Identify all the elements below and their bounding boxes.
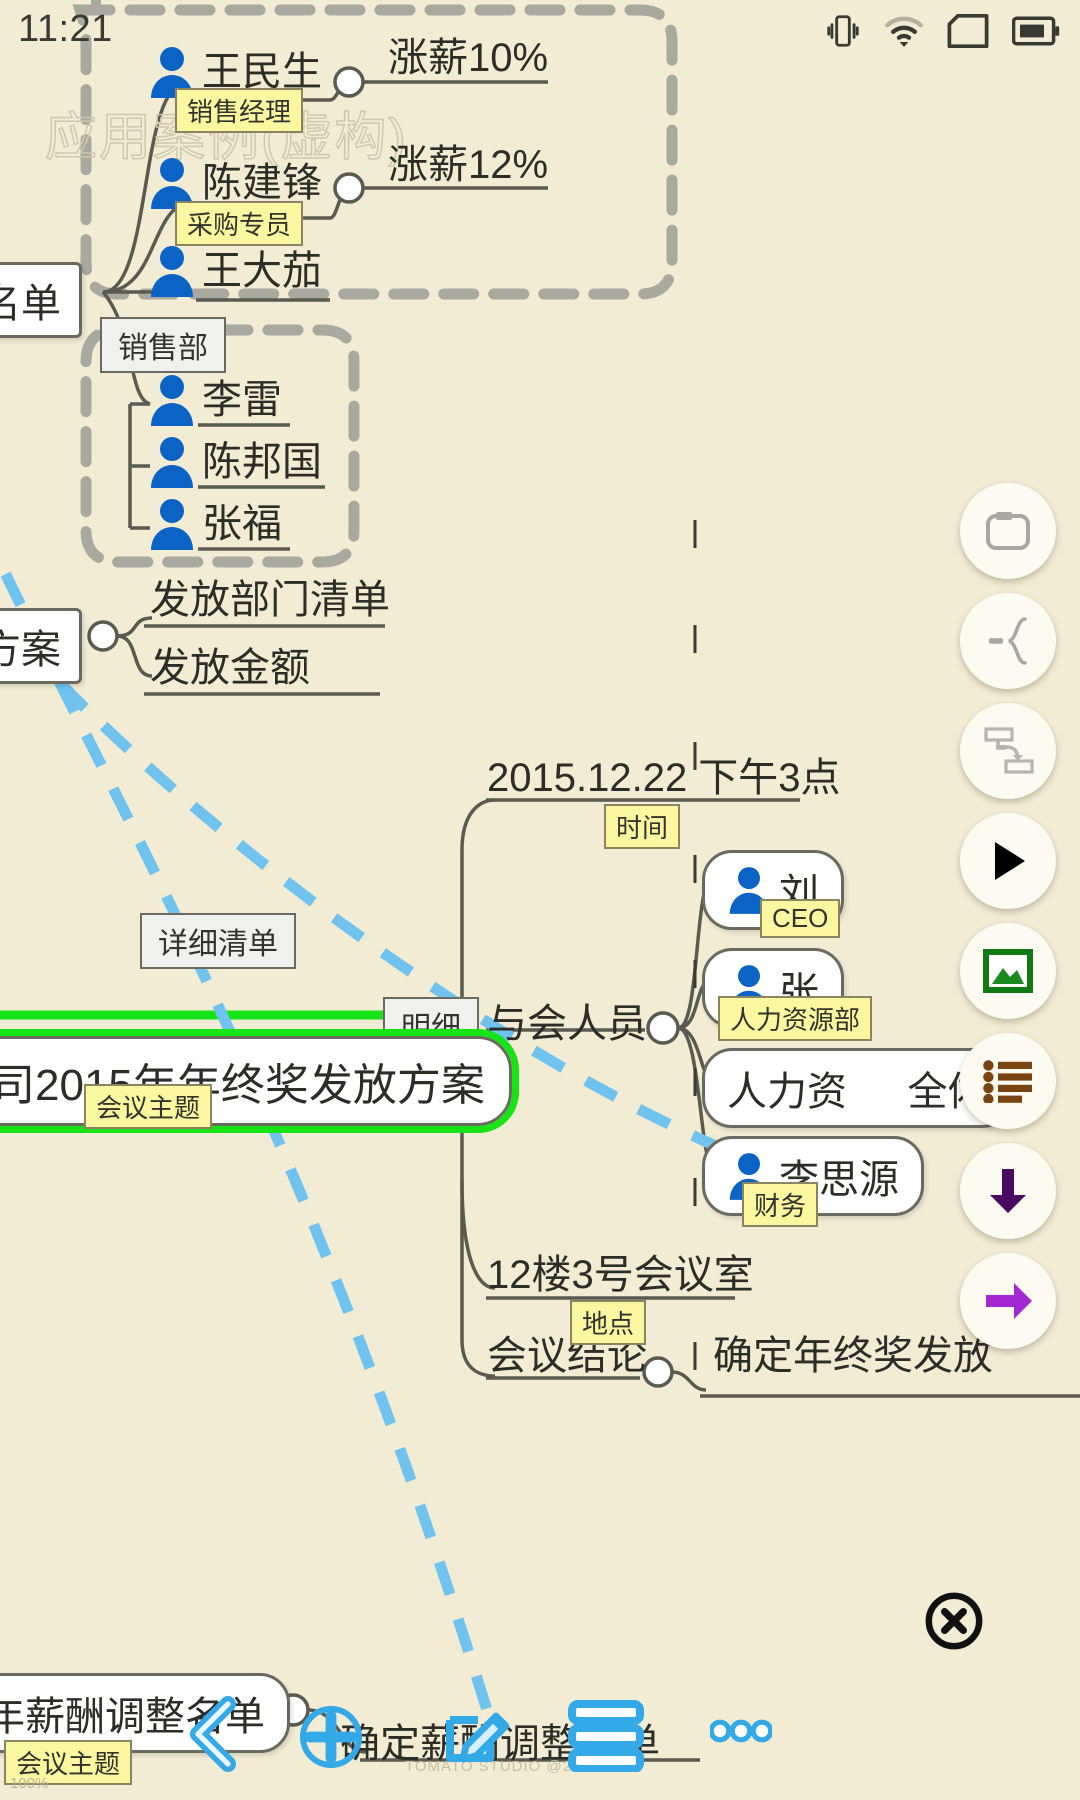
- node-attendees[interactable]: 与会人员: [487, 1004, 647, 1044]
- play-icon: [995, 842, 1025, 880]
- tag-ceo[interactable]: CEO: [760, 899, 841, 938]
- mindmap-canvas[interactable]: 11:21 应用案例(虚构) TOMATO STUDIO @2015 100% …: [0, 0, 1080, 1800]
- node-plan[interactable]: 方案: [0, 608, 82, 684]
- node-label: 王大茄: [202, 249, 322, 293]
- person-icon: [151, 375, 193, 426]
- close-circle-icon: [925, 1592, 983, 1650]
- node-detail-list[interactable]: 详细清单: [140, 913, 296, 969]
- summary-button[interactable]: [960, 593, 1056, 689]
- add-node-button[interactable]: [298, 1704, 364, 1775]
- move-right-button[interactable]: [960, 1253, 1056, 1349]
- node-label: 人力资: [727, 1070, 847, 1114]
- node-person-zhangfu[interactable]: 张福: [148, 496, 282, 552]
- edit-button[interactable]: [438, 1696, 514, 1777]
- node-label: 陈邦国: [202, 440, 322, 484]
- relationship-button[interactable]: [960, 703, 1056, 799]
- lines-icon: [568, 1700, 644, 1773]
- pencil-edit-icon: [446, 1712, 510, 1763]
- person-icon: [151, 246, 193, 297]
- node-conclusion-value[interactable]: 确定年终奖发放: [713, 1336, 993, 1376]
- tag-finance[interactable]: 财务: [742, 1182, 819, 1227]
- move-down-button[interactable]: [960, 1143, 1056, 1239]
- bottom-toolbar[interactable]: [0, 1690, 1080, 1800]
- outline-button[interactable]: [568, 1700, 646, 1777]
- node-dept-list[interactable]: 发放部门清单: [150, 580, 390, 620]
- tag-sales-manager[interactable]: 销售经理: [175, 88, 304, 133]
- boundary-button[interactable]: [960, 483, 1056, 579]
- battery-icon: [1011, 16, 1060, 51]
- node-label: 司2015年年终奖发放方案: [0, 1061, 485, 1110]
- tag-hr-dept[interactable]: 人力资源部: [718, 996, 873, 1041]
- person-icon: [151, 499, 193, 550]
- node-label: 方案: [0, 628, 61, 672]
- node-roster[interactable]: 名单: [0, 262, 82, 338]
- status-clock: 11:21: [18, 8, 113, 50]
- node-sales-dept[interactable]: 销售部: [100, 317, 226, 373]
- arrow-down-icon: [990, 1169, 1026, 1213]
- node-label: 陈建锋: [202, 161, 322, 205]
- more-button[interactable]: [708, 1718, 774, 1749]
- node-amount[interactable]: 发放金额: [150, 648, 310, 688]
- notes-button[interactable]: [960, 1033, 1056, 1129]
- chevron-left-icon: [190, 1696, 236, 1772]
- node-label: 李雷: [202, 378, 282, 422]
- node-label: 张福: [202, 502, 282, 546]
- status-icons: [824, 12, 1060, 55]
- node-meeting-place[interactable]: 12楼3号会议室: [487, 1255, 754, 1295]
- vibrate-icon: [824, 12, 862, 55]
- node-central-topic[interactable]: 司2015年年终奖发放方案: [0, 1029, 519, 1133]
- node-person-chenbangguo[interactable]: 陈邦国: [148, 434, 322, 490]
- arrow-right-icon: [986, 1283, 1032, 1319]
- image-icon: [983, 949, 1033, 993]
- floating-toolbar-right[interactable]: [960, 483, 1056, 1363]
- node-person-lilei[interactable]: 李雷: [148, 372, 282, 428]
- tag-purchasing-specialist[interactable]: 采购专员: [175, 201, 304, 246]
- node-meeting-time[interactable]: 2015.12.22 下午3点: [487, 758, 841, 798]
- image-button[interactable]: [960, 923, 1056, 1019]
- status-bar: 11:21: [0, 0, 1080, 64]
- brace-icon: [989, 617, 1027, 665]
- tag-time[interactable]: 时间: [604, 804, 681, 849]
- node-raise-12[interactable]: 涨薪12%: [388, 145, 548, 185]
- close-button[interactable]: [925, 1592, 983, 1650]
- play-button[interactable]: [960, 813, 1056, 909]
- tag-meeting-topic[interactable]: 会议主题: [84, 1084, 213, 1129]
- boundary-icon: [986, 512, 1030, 550]
- node-person-wangdaqie[interactable]: 王大茄: [148, 243, 322, 299]
- relationship-icon: [984, 727, 1034, 774]
- wifi-icon: [884, 12, 924, 55]
- plus-circle-icon: [300, 1706, 362, 1768]
- tag-place[interactable]: 地点: [570, 1300, 647, 1345]
- back-button[interactable]: [180, 1696, 246, 1777]
- list-icon: [983, 1060, 1032, 1103]
- sim-card-icon: [946, 13, 990, 53]
- node-label: 名单: [0, 282, 61, 326]
- person-icon: [151, 437, 193, 488]
- more-dots-icon: [708, 1719, 774, 1743]
